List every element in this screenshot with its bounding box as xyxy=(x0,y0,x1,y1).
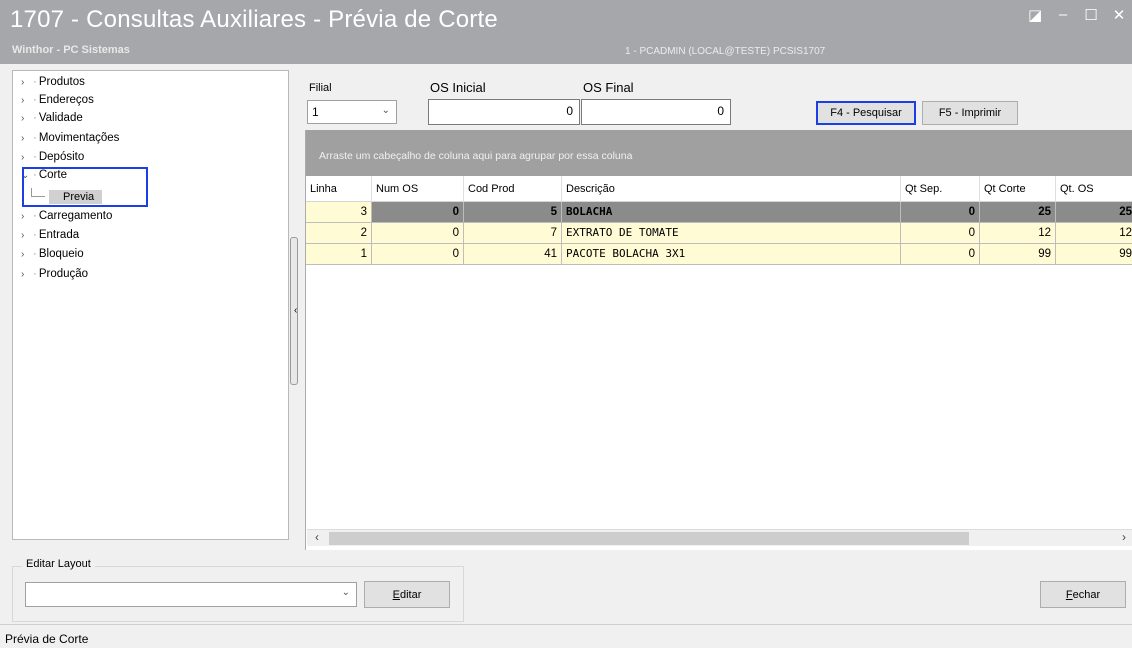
column-header-linha[interactable]: Linha xyxy=(306,176,372,202)
cell-linha: 1 xyxy=(306,244,372,265)
tree-item-label: Entrada xyxy=(38,229,80,241)
scroll-left-icon[interactable]: ‹ xyxy=(315,530,319,544)
filial-label: Filial xyxy=(309,82,332,94)
fechar-label: echar xyxy=(1072,588,1101,601)
tree-item-produtos[interactable]: › · Produtos xyxy=(21,73,85,91)
editar-button[interactable]: Editar xyxy=(364,581,450,608)
chevron-right-icon[interactable]: › xyxy=(21,249,33,260)
os-final-label: OS Final xyxy=(583,80,634,95)
chevron-down-icon[interactable]: ⌄ xyxy=(342,587,350,598)
cell-qt-sep: 0 xyxy=(901,202,980,223)
tree-item-entrada[interactable]: › · Entrada xyxy=(21,226,79,244)
tree-item-label: Movimentações xyxy=(38,132,120,144)
cell-cod-prod: 7 xyxy=(464,223,562,244)
cell-linha: 2 xyxy=(306,223,372,244)
tree-item-label: Bloqueio xyxy=(38,248,84,260)
tree-item-label: Produtos xyxy=(38,76,85,88)
layout-group-title: Editar Layout xyxy=(22,558,95,570)
pesquisar-button[interactable]: F4 - Pesquisar xyxy=(816,101,916,125)
cell-cod-prod: 41 xyxy=(464,244,562,265)
chevron-right-icon[interactable]: › xyxy=(21,133,33,144)
fechar-button[interactable]: Fechar xyxy=(1040,581,1126,608)
chevron-right-icon[interactable]: › xyxy=(21,230,33,241)
cell-descricao: PACOTE BOLACHA 3X1 xyxy=(562,244,901,265)
cell-qt-os: 12 xyxy=(1056,223,1132,244)
tree-item-label: Endereços xyxy=(38,94,94,106)
window-subtitle: Winthor - PC Sistemas xyxy=(12,44,130,56)
tree-item-movimentacoes[interactable]: › · Movimentações xyxy=(21,129,119,147)
column-header-cod-prod[interactable]: Cod Prod xyxy=(464,176,562,202)
window-title: 1707 - Consultas Auxiliares - Prévia de … xyxy=(10,6,498,33)
column-header-qt-corte[interactable]: Qt Corte xyxy=(980,176,1056,202)
cell-qt-os: 99 xyxy=(1056,244,1132,265)
imprimir-button[interactable]: F5 - Imprimir xyxy=(922,101,1018,125)
filial-select[interactable]: 1 ⌄ xyxy=(307,100,397,124)
window-controls: ◪ – ☐ ✕ xyxy=(1028,6,1126,24)
cell-qt-corte: 25 xyxy=(980,202,1056,223)
close-icon[interactable]: ✕ xyxy=(1112,6,1126,24)
tree-item-carregamento[interactable]: › · Carregamento xyxy=(21,207,112,225)
tree-item-label: Produção xyxy=(38,268,89,280)
maximize-icon[interactable]: ☐ xyxy=(1084,6,1098,24)
cell-qt-corte: 12 xyxy=(980,223,1056,244)
column-header-descricao[interactable]: Descrição xyxy=(562,176,901,202)
chevron-right-icon[interactable]: › xyxy=(21,269,33,280)
cell-linha: 3 xyxy=(306,202,372,223)
os-final-input[interactable]: 0 xyxy=(581,99,731,125)
minimize-icon[interactable]: – xyxy=(1056,6,1070,24)
cell-num-os: 0 xyxy=(372,223,464,244)
cell-descricao: BOLACHA xyxy=(562,202,901,223)
chevron-right-icon[interactable]: › xyxy=(21,113,33,124)
tree-item-label: Validade xyxy=(38,112,83,124)
table-row[interactable]: 3 0 5 BOLACHA 0 25 25 xyxy=(306,202,1132,223)
results-grid: Arraste um cabeçalho de coluna aqui para… xyxy=(305,130,1132,550)
window-titlebar: 1707 - Consultas Auxiliares - Prévia de … xyxy=(0,0,1132,64)
tree-item-enderecos[interactable]: › · Endereços xyxy=(21,91,94,109)
chevron-right-icon[interactable]: › xyxy=(21,211,33,222)
cell-qt-sep: 0 xyxy=(901,223,980,244)
tree-item-label: Carregamento xyxy=(38,210,113,222)
cell-num-os: 0 xyxy=(372,202,464,223)
collapse-arrow-icon[interactable]: ‹ xyxy=(294,305,297,316)
os-inicial-label: OS Inicial xyxy=(430,80,486,95)
cell-qt-corte: 99 xyxy=(980,244,1056,265)
status-bar: Prévia de Corte xyxy=(0,624,1132,648)
tree-item-producao[interactable]: › · Produção xyxy=(21,265,88,283)
highlight-box-corte xyxy=(22,167,148,207)
filial-value: 1 xyxy=(312,105,319,119)
table-row[interactable]: 2 0 7 EXTRATO DE TOMATE 0 12 12 xyxy=(306,223,1132,244)
tree-item-label: Depósito xyxy=(38,151,85,163)
editar-label: ditar xyxy=(399,588,422,601)
os-inicial-input[interactable]: 0 xyxy=(428,99,580,125)
grid-header: Linha Num OS Cod Prod Descrição Qt Sep. … xyxy=(306,176,1132,202)
cell-descricao: EXTRATO DE TOMATE xyxy=(562,223,901,244)
chevron-right-icon[interactable]: › xyxy=(21,152,33,163)
chevron-right-icon[interactable]: › xyxy=(21,95,33,106)
tree-item-bloqueio[interactable]: › · Bloqueio xyxy=(21,245,84,263)
fechar-accesskey: F xyxy=(1065,588,1073,601)
column-header-num-os[interactable]: Num OS xyxy=(372,176,464,202)
cell-num-os: 0 xyxy=(372,244,464,265)
navigation-tree: › · Produtos › · Endereços › · Validade › · Movi… xyxy=(12,70,289,540)
column-header-qt-sep[interactable]: Qt Sep. xyxy=(901,176,980,202)
chevron-down-icon[interactable]: ⌄ xyxy=(382,105,390,116)
scroll-right-icon[interactable]: › xyxy=(1122,530,1126,544)
chevron-right-icon[interactable]: › xyxy=(21,77,33,88)
editar-accesskey: E xyxy=(392,588,400,601)
user-info: 1 - PCADMIN (LOCAL@TESTE) PCSIS1707 xyxy=(625,46,826,57)
horizontal-scrollbar[interactable]: ‹ › xyxy=(307,529,1132,546)
cell-qt-os: 25 xyxy=(1056,202,1132,223)
cell-qt-sep: 0 xyxy=(901,244,980,265)
layout-select[interactable]: ⌄ xyxy=(25,582,357,607)
group-by-bar[interactable]: Arraste um cabeçalho de coluna aqui para… xyxy=(306,130,1132,176)
tree-item-deposito[interactable]: › · Depósito xyxy=(21,148,84,166)
cell-cod-prod: 5 xyxy=(464,202,562,223)
column-header-qt-os[interactable]: Qt. OS xyxy=(1056,176,1132,202)
tree-item-validade[interactable]: › · Validade xyxy=(21,109,83,127)
scrollbar-thumb[interactable] xyxy=(329,532,969,545)
table-row[interactable]: 1 0 41 PACOTE BOLACHA 3X1 0 99 99 xyxy=(306,244,1132,265)
restore-icon[interactable]: ◪ xyxy=(1028,6,1042,24)
